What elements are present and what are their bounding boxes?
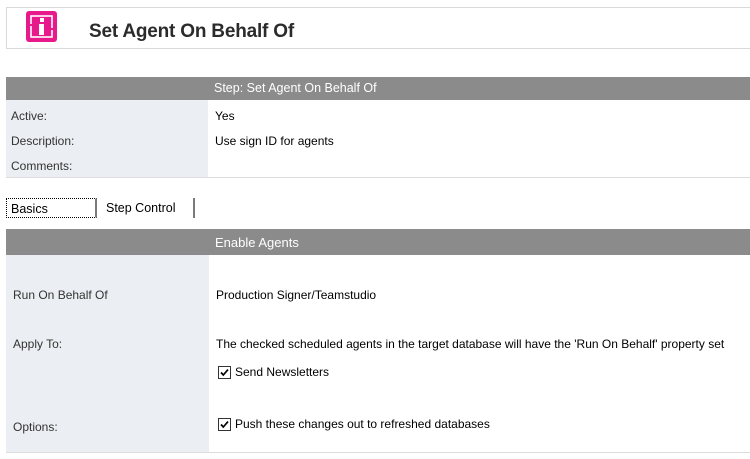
step-page: Set Agent On Behalf Of Step: Set Agent O… xyxy=(0,0,750,459)
checkmark-icon xyxy=(220,421,229,429)
step-info-panel: Active: Yes Description: Use sign ID for… xyxy=(6,100,750,178)
section-bottom-divider xyxy=(6,452,750,453)
page-title: Set Agent On Behalf Of xyxy=(89,21,294,42)
step-title: Step: Set Agent On Behalf Of xyxy=(214,81,377,95)
page-header: Set Agent On Behalf Of xyxy=(6,7,750,49)
active-label: Active: xyxy=(11,109,48,123)
checkmark-icon xyxy=(220,369,229,377)
step-info-divider xyxy=(6,177,750,178)
send-newsletters-label: Send Newsletters xyxy=(235,365,330,379)
push-changes-label: Push these changes out to refreshed data… xyxy=(235,417,490,431)
send-newsletters-checkbox[interactable] xyxy=(218,366,231,379)
description-value: Use sign ID for agents xyxy=(215,134,334,148)
options-label: Options: xyxy=(13,420,58,434)
apply-to-text: The checked scheduled agents in the targ… xyxy=(216,337,725,351)
apply-to-label: Apply To: xyxy=(13,337,63,351)
run-on-behalf-label: Run On Behalf Of xyxy=(13,288,108,302)
enable-agents-header-bar: Enable Agents xyxy=(6,229,750,255)
comments-label: Comments: xyxy=(11,159,73,173)
section-title: Enable Agents xyxy=(215,235,299,250)
active-value: Yes xyxy=(215,109,235,123)
push-changes-checkbox[interactable] xyxy=(218,418,231,431)
step-header-bar: Step: Set Agent On Behalf Of xyxy=(6,77,750,100)
tab-basics[interactable]: Basics xyxy=(6,198,97,218)
step-info-icon xyxy=(26,11,57,42)
run-on-behalf-value: Production Signer/Teamstudio xyxy=(216,288,377,302)
tab-step-control[interactable]: Step Control xyxy=(100,198,195,218)
enable-agents-panel: Run On Behalf Of Production Signer/Teams… xyxy=(6,255,750,453)
description-label: Description: xyxy=(11,134,75,148)
